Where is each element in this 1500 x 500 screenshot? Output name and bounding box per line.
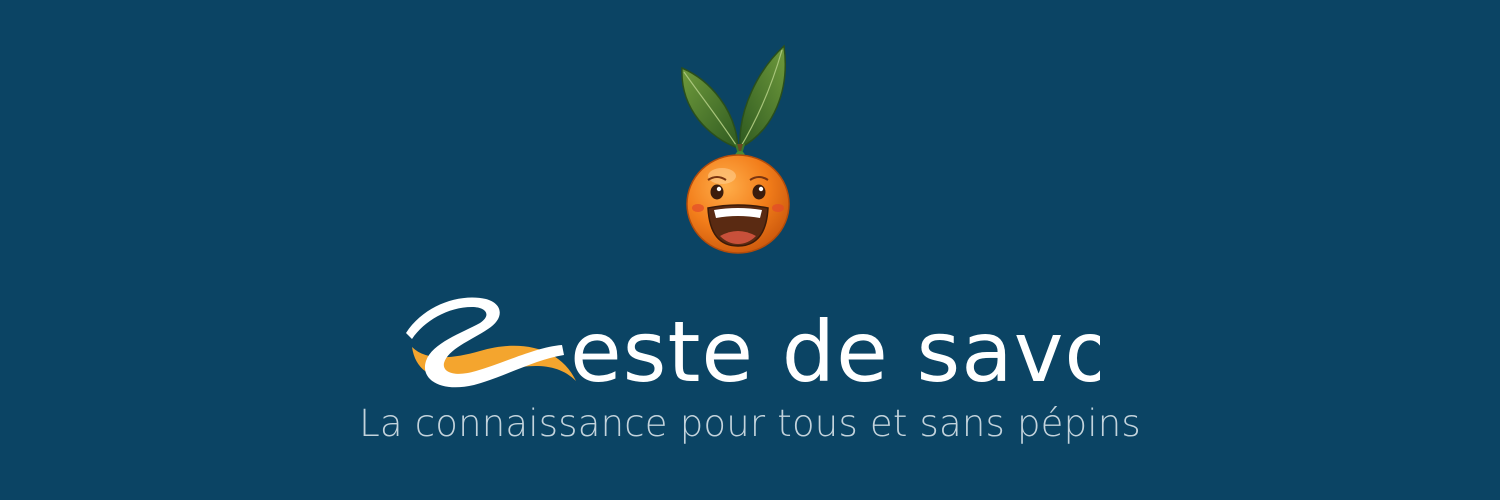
tagline: La connaissance pour tous et sans pépins (359, 402, 1141, 445)
zds-logo-icon: este de savoir (406, 297, 1100, 395)
logo-wordmark-text: este de savoir (570, 303, 1100, 395)
banner: este de savoir La connaissance pour tous… (0, 0, 1500, 500)
orange-mascot-icon (681, 44, 790, 254)
